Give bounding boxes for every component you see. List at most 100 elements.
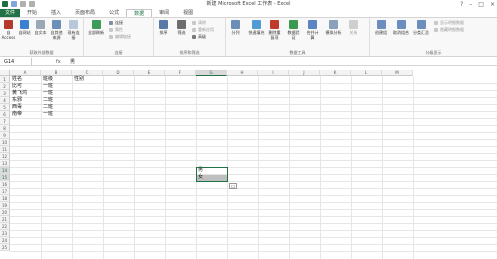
row-header-20[interactable]: 20	[0, 209, 10, 216]
tab-file[interactable]: 文件	[0, 9, 21, 17]
gridline	[10, 90, 497, 91]
column-header-M[interactable]: M	[382, 70, 413, 76]
tab-data[interactable]: 数据	[126, 9, 153, 17]
clear-item[interactable]: 清除	[192, 20, 206, 26]
row-header-16[interactable]: 16	[0, 181, 10, 188]
cell-B2[interactable]: 一班	[42, 83, 73, 90]
tab-view[interactable]: 视图	[176, 9, 200, 17]
tab-home[interactable]: 开始	[20, 9, 44, 17]
cell-B3[interactable]: 一班	[42, 90, 73, 97]
data-validation-button[interactable]: 数据验证	[286, 20, 301, 40]
existing-connections-button[interactable]: 现有连接	[66, 20, 81, 40]
formula-input[interactable]: 男	[70, 58, 75, 66]
sort-button[interactable]: 排序	[156, 20, 171, 35]
from-other-sources-button[interactable]: 自其他来源	[49, 20, 64, 40]
row-header-4[interactable]: 4	[0, 97, 10, 104]
cell-B4[interactable]: 二班	[42, 97, 73, 104]
cell-A4[interactable]: 东邪	[11, 97, 42, 104]
reapply-item[interactable]: 重新应用	[192, 27, 214, 33]
text-to-columns-button[interactable]: 分列	[228, 20, 243, 35]
maximize-icon[interactable]: □	[478, 0, 484, 9]
row-header-15[interactable]: 15	[0, 174, 10, 181]
cell-B6[interactable]: 一班	[42, 111, 73, 118]
worksheet-grid[interactable]: A B C D E F G H I J K L M 1 2 3 4 5 6 7 8 9 10 11 12 13 14 15 16 17 18…	[0, 70, 497, 259]
what-if-analysis-button[interactable]: 模拟分析	[324, 20, 343, 35]
hide-detail-item[interactable]: 隐藏明细数据	[434, 27, 464, 33]
column-header-L[interactable]: L	[351, 70, 382, 76]
row-header-12[interactable]: 12	[0, 153, 10, 160]
row-header-14[interactable]: 14	[0, 167, 10, 174]
row-header-25[interactable]: 25	[0, 244, 10, 251]
from-other-sources-label: 自其他来源	[50, 30, 63, 40]
gridline	[10, 111, 497, 112]
column-header-G[interactable]: G	[196, 70, 227, 76]
cell-A3[interactable]: 黄飞鸿	[11, 90, 42, 97]
subtotal-button[interactable]: 分类汇总	[412, 20, 430, 35]
row-header-2[interactable]: 2	[0, 83, 10, 90]
ungroup-icon	[396, 20, 406, 29]
flash-fill-button[interactable]: 快速填充	[247, 20, 266, 35]
gridline	[10, 146, 497, 147]
row-header-11[interactable]: 11	[0, 146, 10, 153]
close-icon[interactable]: ×	[490, 0, 495, 9]
group-button[interactable]: 创建组	[372, 20, 390, 35]
properties-item[interactable]: 属性	[109, 27, 123, 33]
advanced-item[interactable]: 高级	[192, 34, 206, 40]
remove-duplicates-button[interactable]: 删除重复项	[267, 20, 282, 40]
column-header-H[interactable]: H	[227, 70, 258, 76]
cell-A2[interactable]: 比可	[11, 83, 42, 90]
consolidate-button[interactable]: 合并计算	[305, 20, 320, 40]
cell-A1[interactable]: 姓名	[11, 76, 42, 83]
cell-A6[interactable]: 南帝	[11, 111, 42, 118]
tab-review[interactable]: 审阅	[152, 9, 176, 17]
name-box[interactable]: G14	[2, 58, 32, 66]
row-header-13[interactable]: 13	[0, 160, 10, 167]
cell-C1[interactable]: 性别	[73, 76, 104, 83]
row-header-24[interactable]: 24	[0, 237, 10, 244]
row-header-22[interactable]: 22	[0, 223, 10, 230]
from-text-button[interactable]: 自文本	[33, 20, 48, 35]
column-header-J[interactable]: J	[289, 70, 320, 76]
ungroup-button[interactable]: 取消组合	[392, 20, 410, 35]
column-header-I[interactable]: I	[258, 70, 289, 76]
row-header-18[interactable]: 18	[0, 195, 10, 202]
edit-links-item[interactable]: 编辑链接	[109, 34, 131, 40]
row-header-17[interactable]: 17	[0, 188, 10, 195]
connections-item[interactable]: 连接	[109, 20, 123, 26]
row-header-7[interactable]: 7	[0, 118, 10, 125]
row-header-5[interactable]: 5	[0, 104, 10, 111]
row-header-10[interactable]: 10	[0, 139, 10, 146]
from-access-button[interactable]: 自 Access	[1, 20, 16, 40]
refresh-all-button[interactable]: 全部刷新	[86, 20, 106, 35]
from-web-button[interactable]: 自网站	[17, 20, 32, 35]
cell-B1[interactable]: 班级	[42, 76, 73, 83]
minimize-icon[interactable]: –	[469, 0, 472, 9]
relationships-button[interactable]: 关系	[346, 20, 361, 35]
row-header-1[interactable]: 1	[0, 76, 10, 83]
row-header-23[interactable]: 23	[0, 230, 10, 237]
row-header-9[interactable]: 9	[0, 132, 10, 139]
help-icon[interactable]: ?	[460, 0, 463, 9]
gridline	[10, 167, 497, 168]
from-text-label: 自文本	[34, 30, 47, 35]
cell-B5[interactable]: 二班	[42, 104, 73, 111]
column-header-F[interactable]: F	[165, 70, 196, 76]
show-detail-item[interactable]: 显示明细数据	[434, 20, 464, 26]
filter-button[interactable]: 筛选	[174, 20, 189, 35]
tab-page-layout[interactable]: 页面布局	[68, 9, 102, 17]
row-header-6[interactable]: 6	[0, 111, 10, 118]
row-header-8[interactable]: 8	[0, 125, 10, 132]
row-header-19[interactable]: 19	[0, 202, 10, 209]
clear-filter-icon	[192, 21, 196, 25]
paste-options-icon[interactable]: ☐	[229, 183, 237, 189]
row-header-21[interactable]: 21	[0, 216, 10, 223]
cell-A5[interactable]: 西毒	[11, 104, 42, 111]
row-header-3[interactable]: 3	[0, 90, 10, 97]
column-header-K[interactable]: K	[320, 70, 351, 76]
link-icon	[109, 21, 113, 25]
column-header-D[interactable]: D	[103, 70, 134, 76]
tab-insert[interactable]: 插入	[44, 9, 68, 17]
fx-icon[interactable]: fx	[56, 58, 61, 66]
tab-formulas[interactable]: 公式	[102, 9, 126, 17]
column-header-E[interactable]: E	[134, 70, 165, 76]
